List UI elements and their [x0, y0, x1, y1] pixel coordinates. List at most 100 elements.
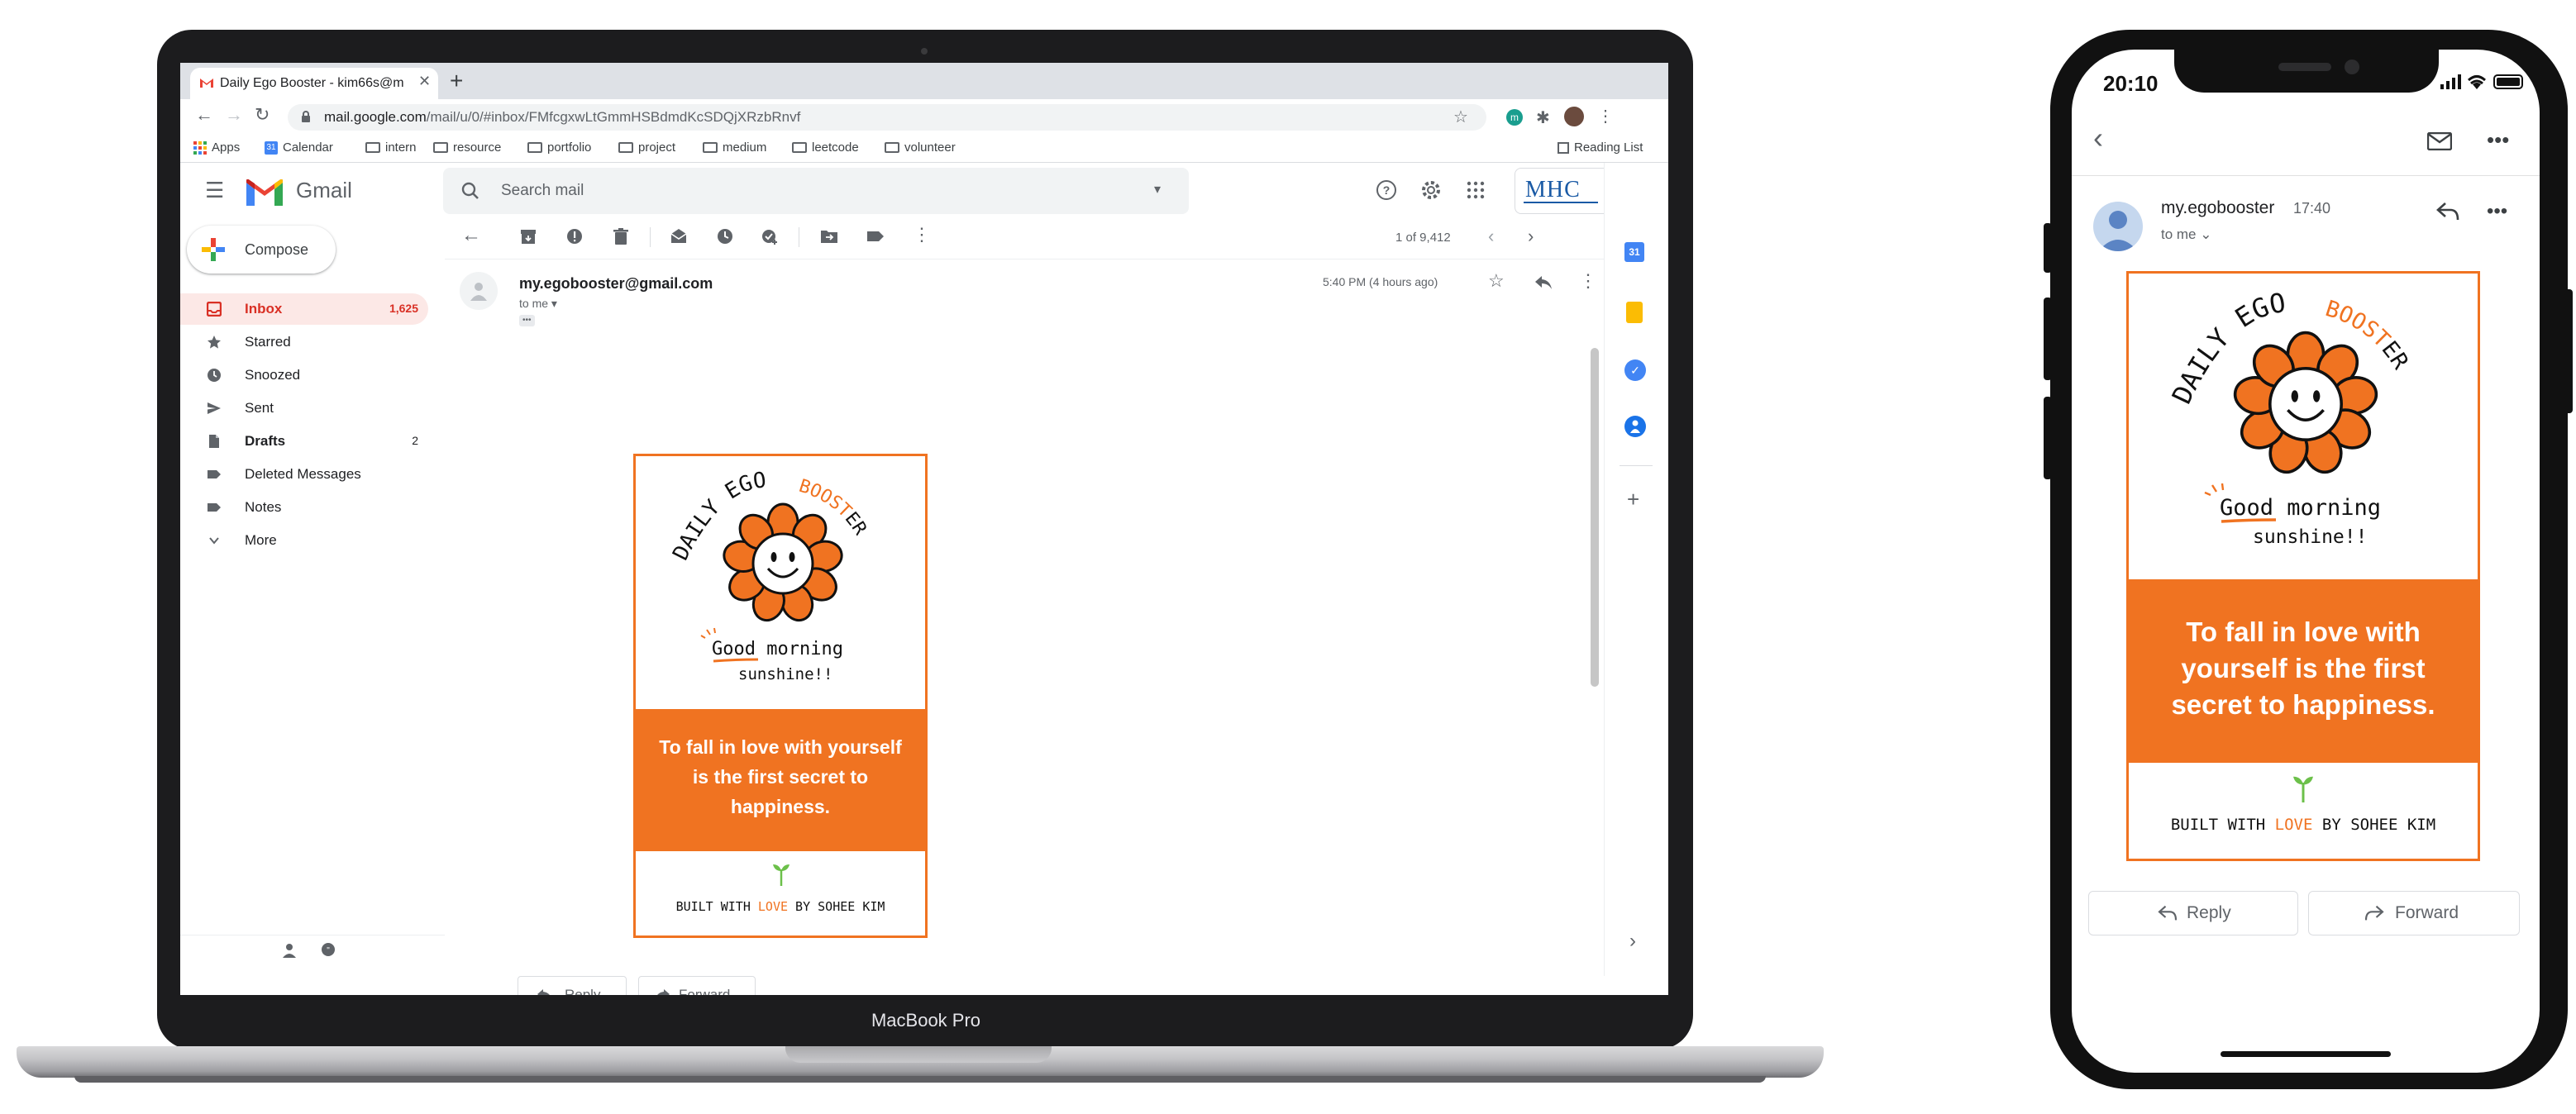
- browser-tabstrip: Daily Ego Booster - kim66s@m ✕ +: [180, 63, 1668, 99]
- message-scrollbar[interactable]: [1591, 348, 1599, 687]
- calendar-app-icon[interactable]: 31: [1624, 242, 1644, 262]
- star-message-icon[interactable]: ☆: [1488, 270, 1505, 292]
- greeting-line-1: Good morning: [2220, 495, 2381, 521]
- newer-chevron-icon[interactable]: ‹: [1488, 226, 1494, 247]
- mhc-logo: MHC: [1525, 177, 1581, 202]
- reply-icon[interactable]: [1534, 275, 1553, 290]
- sidebar-item-label: Deleted Messages: [245, 466, 361, 482]
- phone-sender-avatar: [2093, 202, 2143, 251]
- phone-screen: 20:10 ‹ ••• my.egobooster 17:40 to me ⌄ …: [2072, 50, 2540, 1073]
- expand-panel-chevron-icon[interactable]: ›: [1629, 930, 1636, 953]
- bookmark-medium[interactable]: medium: [703, 140, 766, 155]
- sidebar-item-more[interactable]: More: [180, 525, 428, 556]
- show-trimmed-content[interactable]: •••: [519, 315, 535, 326]
- browser-tab[interactable]: Daily Ego Booster - kim66s@m ✕: [190, 68, 438, 99]
- sidebar-item-drafts[interactable]: Drafts 2: [180, 426, 428, 457]
- phone-recipient-line[interactable]: to me ⌄: [2161, 226, 2212, 243]
- sidebar-item-sent[interactable]: Sent: [180, 393, 428, 424]
- recipient-details-icon[interactable]: ▾: [551, 297, 557, 310]
- older-chevron-icon[interactable]: ›: [1528, 226, 1534, 247]
- reading-list-icon: [1558, 141, 1569, 154]
- home-indicator[interactable]: [2221, 1051, 2391, 1057]
- bookmark-label: project: [638, 140, 676, 155]
- browser-toolbar: ← → ↻ mail.google.com/mail/u/0/#inbox/FM…: [180, 99, 1668, 136]
- gmail-logo-icon[interactable]: [246, 179, 283, 206]
- folder-icon: [792, 142, 807, 153]
- contacts-app-icon[interactable]: [1624, 416, 1646, 437]
- bookmark-project[interactable]: project: [618, 140, 675, 155]
- forward-icon[interactable]: →: [225, 104, 243, 126]
- sidebar-item-deleted-messages[interactable]: Deleted Messages: [180, 459, 428, 490]
- tab-close-icon[interactable]: ✕: [418, 73, 431, 90]
- apps-grid-icon: [193, 140, 207, 155]
- phone-reply-icon[interactable]: [2435, 202, 2460, 221]
- archive-icon[interactable]: [519, 227, 537, 245]
- browser-menu-icon[interactable]: ⋮: [1597, 106, 1614, 126]
- daily-ego-booster-illustration: DAILY EGO BOOSTER Good morning sunshine!…: [668, 468, 871, 683]
- mark-unread-icon[interactable]: [670, 227, 688, 245]
- phone-more-icon[interactable]: •••: [2487, 127, 2509, 153]
- search-options-icon[interactable]: ▾: [1154, 181, 1161, 198]
- google-apps-icon[interactable]: [1467, 181, 1485, 199]
- extension-m-icon[interactable]: m: [1506, 109, 1523, 126]
- report-spam-icon[interactable]: [565, 227, 584, 245]
- email-body-card: DAILY EGO BOOSTER Good morning sunshine!…: [633, 454, 928, 938]
- back-to-inbox-icon[interactable]: ←: [461, 224, 481, 247]
- bookmark-resource[interactable]: resource: [433, 140, 501, 155]
- bookmark-leetcode[interactable]: leetcode: [792, 140, 859, 155]
- phone-reply-button[interactable]: Reply: [2088, 891, 2298, 935]
- bookmark-calendar[interactable]: 31 Calendar: [265, 140, 333, 155]
- sender-email: my.egobooster@gmail.com: [519, 275, 713, 292]
- get-addons-plus-icon[interactable]: +: [1627, 487, 1639, 512]
- sidebar-item-starred[interactable]: Starred: [180, 326, 428, 358]
- sidebar-item-notes[interactable]: Notes: [180, 492, 428, 523]
- reply-button[interactable]: Reply: [518, 976, 627, 995]
- bookmark-volunteer[interactable]: volunteer: [885, 140, 956, 155]
- search-icon[interactable]: [461, 182, 479, 200]
- toolbar-divider: [650, 227, 651, 247]
- phone-forward-button[interactable]: Forward: [2308, 891, 2520, 935]
- bookmark-portfolio[interactable]: portfolio: [527, 140, 591, 155]
- message-more-icon[interactable]: ⋮: [1579, 270, 1597, 292]
- phone-mark-unread-icon[interactable]: [2427, 132, 2452, 150]
- more-actions-icon[interactable]: ⋮: [913, 224, 931, 245]
- keep-app-icon[interactable]: [1626, 302, 1643, 323]
- new-tab-icon[interactable]: +: [450, 68, 463, 94]
- hangouts-icon[interactable]: ": [321, 943, 336, 958]
- contacts-person-icon[interactable]: [283, 943, 296, 958]
- search-bar[interactable]: Search mail ▾: [443, 168, 1189, 214]
- star-icon: [208, 336, 221, 349]
- chevron-down-icon: [209, 537, 219, 545]
- sidebar-item-snoozed[interactable]: Snoozed: [180, 359, 428, 391]
- inbox-icon: [207, 302, 222, 317]
- move-to-icon[interactable]: [820, 227, 838, 245]
- add-to-tasks-icon[interactable]: [761, 227, 779, 245]
- help-icon[interactable]: ?: [1376, 179, 1397, 201]
- extensions-puzzle-icon[interactable]: ✱: [1536, 107, 1550, 128]
- tasks-app-icon[interactable]: ✓: [1624, 359, 1646, 381]
- bookmark-intern[interactable]: intern: [365, 140, 417, 155]
- settings-gear-icon[interactable]: [1420, 179, 1442, 201]
- reload-icon[interactable]: ↻: [255, 104, 270, 126]
- bookmark-apps[interactable]: Apps: [193, 140, 240, 155]
- forward-button[interactable]: Forward: [638, 976, 756, 995]
- label-as-icon[interactable]: [866, 227, 885, 245]
- compose-button[interactable]: Compose: [187, 226, 336, 274]
- phone-message-more-icon[interactable]: •••: [2487, 200, 2507, 223]
- bookmark-star-icon[interactable]: ☆: [1453, 107, 1468, 127]
- profile-avatar[interactable]: [1564, 107, 1584, 126]
- main-menu-icon[interactable]: ☰: [205, 178, 224, 203]
- search-input[interactable]: Search mail: [501, 182, 584, 200]
- label-icon: [208, 470, 221, 478]
- delete-icon[interactable]: [612, 227, 630, 245]
- sidebar-item-inbox[interactable]: Inbox 1,625: [180, 293, 428, 325]
- laptop-camera: [921, 48, 928, 55]
- calendar-icon: 31: [265, 140, 278, 155]
- phone-back-icon[interactable]: ‹: [2093, 121, 2103, 155]
- address-bar[interactable]: mail.google.com/mail/u/0/#inbox/FMfcgxwL…: [288, 104, 1486, 131]
- snooze-clock-icon[interactable]: [716, 227, 734, 245]
- reading-list[interactable]: Reading List: [1558, 140, 1643, 155]
- recipient-line[interactable]: to me ▾: [519, 297, 557, 311]
- back-icon[interactable]: ←: [195, 104, 213, 126]
- folder-icon: [618, 142, 633, 153]
